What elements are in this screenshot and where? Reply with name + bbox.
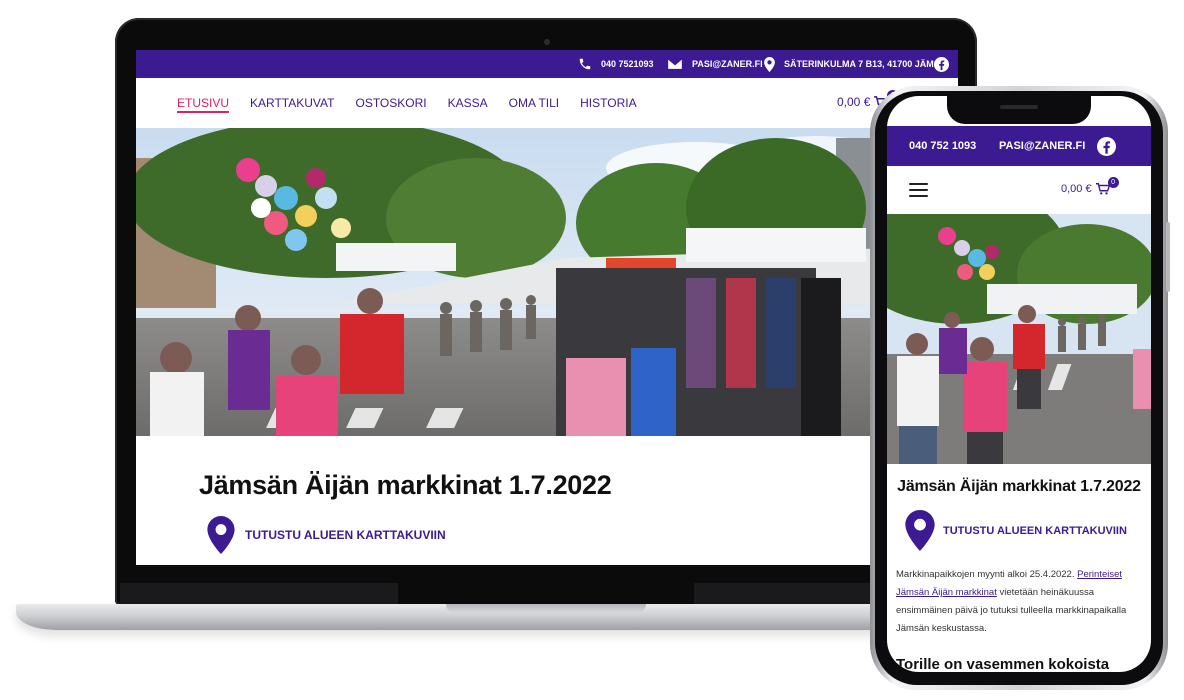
- mobile-market-street-photo: [887, 214, 1151, 464]
- menu-item-ostoskori[interactable]: OSTOSKORI: [355, 96, 426, 113]
- mobile-map-link[interactable]: TUTUSTU ALUEEN KARTTAKUVIIN: [905, 510, 1127, 551]
- contact-email-text: PASI@ZANER.FI: [692, 59, 763, 69]
- laptop-hinge-left: [120, 583, 398, 604]
- mobile-map-link-label: TUTUSTU ALUEEN KARTTAKUVIIN: [943, 524, 1127, 537]
- page-title: Jämsän Äijän markkinat 1.7.2022: [199, 470, 612, 500]
- mobile-cart-total: 0,00 €: [1061, 183, 1092, 195]
- phone-notch: [947, 96, 1091, 124]
- contact-address[interactable]: SÄTERINKULMA 7 B13, 41700 JÄMSÄ: [764, 50, 946, 78]
- cart-total: 0,00 €: [837, 95, 871, 109]
- mobile-cart-count-badge: 0: [1107, 176, 1119, 188]
- contact-address-text: SÄTERINKULMA 7 B13, 41700 JÄMSÄ: [784, 59, 947, 69]
- contact-email[interactable]: PASI@ZANER.FI: [667, 50, 763, 78]
- mobile-facebook-link[interactable]: [1097, 126, 1116, 166]
- facebook-icon: [934, 56, 949, 72]
- phone-screen: 040 752 1093 PASI@ZANER.FI 0,00 € 0 Jäms…: [887, 96, 1151, 672]
- main-navigation: ETUSIVU KARTTAKUVAT OSTOSKORI KASSA OMA …: [136, 78, 958, 128]
- facebook-icon: [1097, 136, 1116, 156]
- intro-text-1: Markkinapaikkojen myynti alkoi 25.4.2022…: [896, 569, 1075, 580]
- map-link-label: TUTUSTU ALUEEN KARTTAKUVIIN: [245, 528, 446, 542]
- main-menu: ETUSIVU KARTTAKUVAT OSTOSKORI KASSA OMA …: [177, 96, 637, 113]
- menu-item-kassa[interactable]: KASSA: [448, 96, 488, 113]
- menu-item-karttakuvat[interactable]: KARTTAKUVAT: [250, 96, 334, 113]
- mobile-contact-email-text: PASI@ZANER.FI: [999, 140, 1086, 152]
- hero-image: [136, 128, 958, 436]
- contact-phone[interactable]: 040 7521093: [578, 50, 654, 78]
- intro-paragraph: Markkinapaikkojen myynti alkoi 25.4.2022…: [896, 566, 1146, 638]
- phone-speaker: [1000, 105, 1038, 109]
- map-pin-icon: [905, 510, 935, 551]
- market-street-photo: [136, 128, 958, 436]
- facebook-link[interactable]: [934, 50, 949, 78]
- map-link[interactable]: TUTUSTU ALUEEN KARTTAKUVIIN: [207, 516, 446, 554]
- mobile-page-title: Jämsän Äijän markkinat 1.7.2022: [897, 478, 1141, 495]
- mobile-contact-email[interactable]: PASI@ZANER.FI: [999, 126, 1085, 166]
- laptop-screen: 040 7521093 PASI@ZANER.FI SÄTERINKULMA 7…: [136, 50, 958, 565]
- mobile-contact-bar: 040 752 1093 PASI@ZANER.FI: [887, 126, 1151, 166]
- cart-icon: [1095, 183, 1110, 195]
- mobile-cart-link[interactable]: 0,00 € 0: [1061, 176, 1125, 195]
- hamburger-menu-icon[interactable]: [909, 183, 928, 197]
- location-pin-icon: [764, 56, 775, 72]
- top-contact-bar: 040 7521093 PASI@ZANER.FI SÄTERINKULMA 7…: [136, 50, 958, 78]
- map-pin-icon: [207, 516, 235, 554]
- laptop-notch: [446, 604, 646, 613]
- mail-icon: [667, 58, 683, 70]
- contact-phone-text: 040 7521093: [601, 59, 654, 69]
- mobile-subheading: Torille on vasemmen kokoista: [896, 656, 1110, 672]
- mobile-contact-phone-text: 040 752 1093: [909, 140, 977, 152]
- mobile-navigation: 0,00 € 0: [887, 166, 1151, 214]
- menu-item-oma-tili[interactable]: OMA TILI: [509, 96, 559, 113]
- mobile-hero-image: [887, 214, 1151, 464]
- mobile-contact-phone[interactable]: 040 752 1093: [909, 126, 976, 166]
- menu-item-historia[interactable]: HISTORIA: [580, 96, 636, 113]
- phone-icon: [579, 58, 591, 70]
- phone-side-button: [1166, 222, 1170, 292]
- laptop-camera: [544, 39, 550, 45]
- menu-item-etusivu[interactable]: ETUSIVU: [177, 96, 230, 113]
